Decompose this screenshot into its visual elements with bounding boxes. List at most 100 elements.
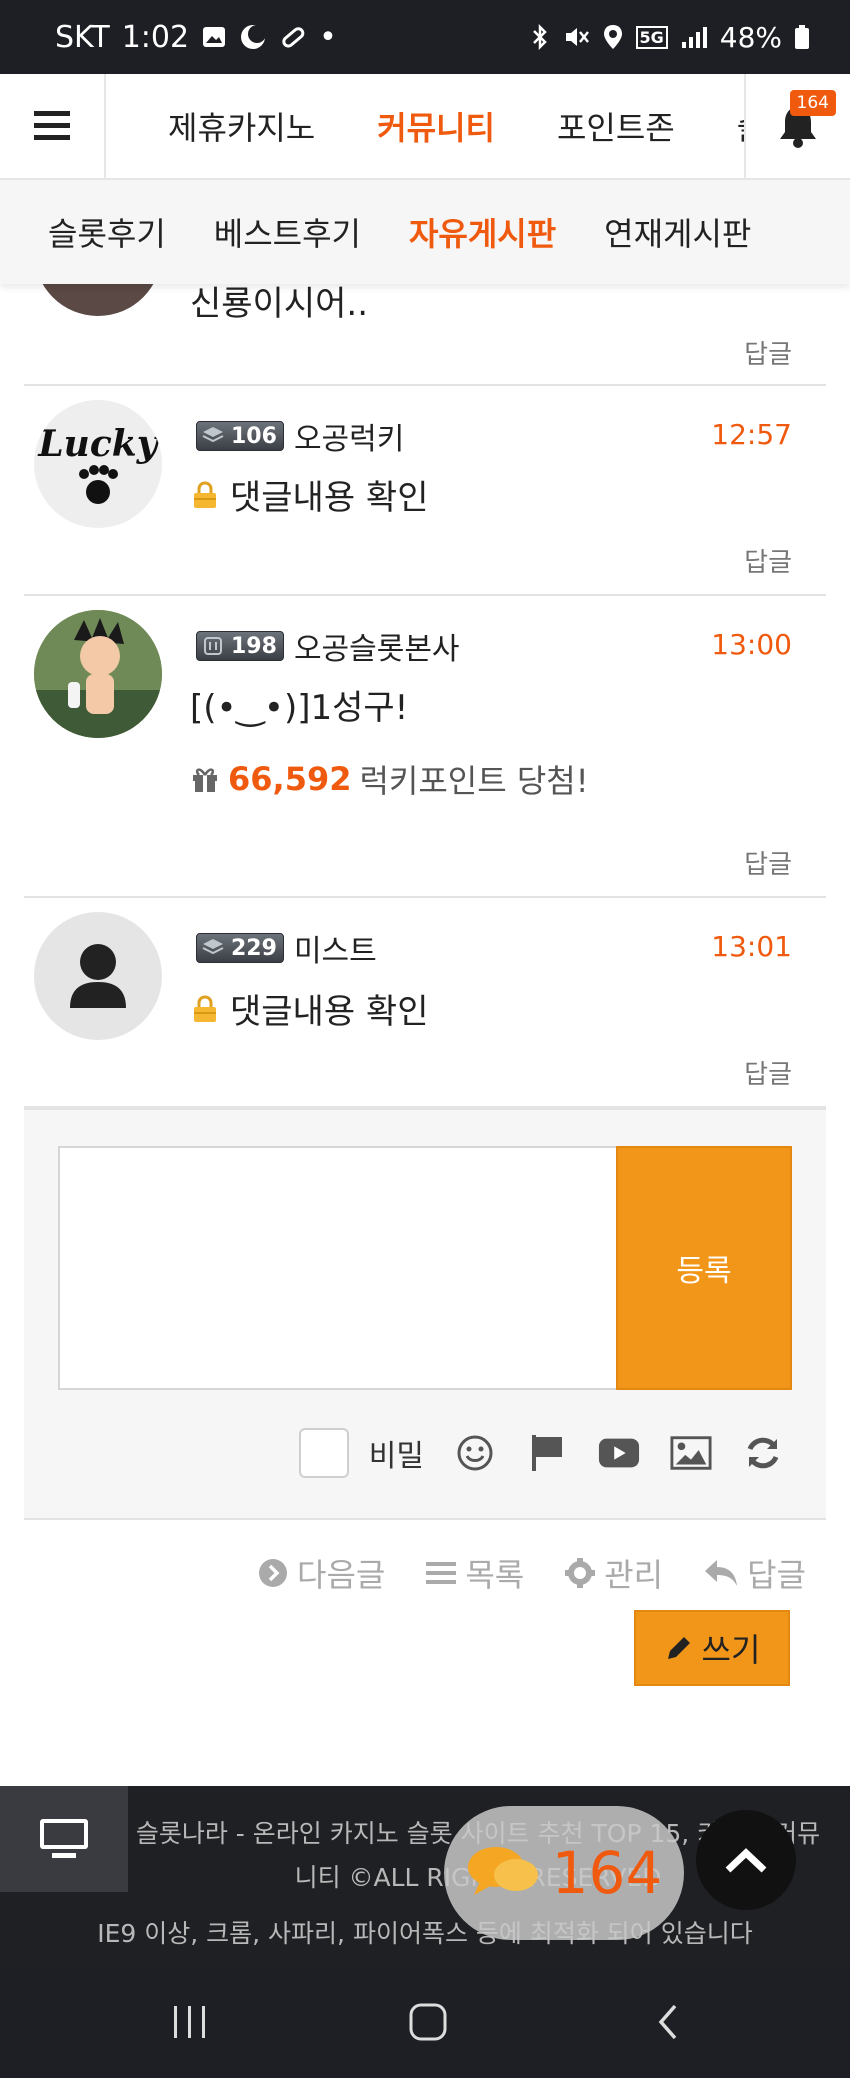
comment-text: 댓글내용 확인 [230,478,429,518]
sub-tabs: 슬롯후기 베스트후기 자유게시판 연재게시판 [0,180,850,284]
home-icon [409,2003,447,2041]
avatar-logo-text: Lucky [37,423,159,465]
status-left: SKT 1:02 • [55,0,337,74]
reply-button[interactable]: 답글 [744,334,792,371]
flag-icon[interactable] [526,1432,568,1474]
next-post-link[interactable]: 다음글 [257,1550,385,1596]
level-icon [202,939,224,955]
gear-icon [565,1558,596,1588]
post-navigation: 다음글 목록 관리 답글 [257,1550,806,1596]
emoji-icon[interactable] [454,1432,496,1474]
chat-bubbles-icon [467,1847,538,1895]
notification-button[interactable]: 164 [744,74,850,178]
nickname[interactable]: 오공슬롯본사 [294,624,460,668]
write-tools: 비밀 [298,1428,784,1478]
gallery-icon [201,24,227,50]
level-icon [204,637,222,655]
reply-icon [705,1560,738,1586]
comment-textarea[interactable] [58,1146,616,1390]
reply-post-link[interactable]: 답글 [703,1550,806,1596]
level-number: 106 [231,423,277,449]
recent-apps-icon [174,2006,205,2038]
lock-icon [194,480,216,508]
monitor-icon [40,1819,88,1858]
pencil-icon [667,1637,690,1659]
battery-icon [794,23,810,51]
bluetooth-icon [530,23,550,51]
comment-item: 198 오공슬롯본사 13:00 [(•‿•)]1성구! 66,592 럭키포인… [24,596,826,898]
video-icon[interactable] [598,1432,640,1474]
comment-time: 13:01 [711,930,792,963]
nav-item-community[interactable]: 커뮤니티 [377,103,495,149]
comment-body: [(•‿•)]1성구! [190,688,409,728]
location-icon [602,23,624,51]
tab-free-board[interactable]: 자유게시판 [409,209,556,255]
menu-button[interactable] [0,74,106,178]
level-badge: 198 [196,631,284,661]
notification-badge: 164 [789,90,836,116]
write-button[interactable]: 쓰기 [634,1610,790,1686]
manage-link[interactable]: 관리 [564,1550,663,1596]
lucky-point-value: 66,592 [228,760,352,798]
comment-item: 229 미스트 13:01 댓글내용 확인 답글 [24,898,826,1108]
reply-button[interactable]: 답글 [744,542,792,579]
recent-apps-button[interactable] [160,1996,220,2048]
top-nav-items: 제휴카지노 커뮤니티 포인트존 슬 [106,74,746,178]
lucky-point-text: 럭키포인트 당첨! [359,762,589,800]
submit-button[interactable]: 등록 [616,1146,792,1390]
list-label: 목록 [465,1556,525,1594]
list-icon [426,1562,457,1584]
nickname[interactable]: 미스트 [294,926,377,970]
level-badge: 106 [196,421,284,451]
tab-best-review[interactable]: 베스트후기 [214,209,361,255]
clock-label: 1:02 [121,19,190,55]
comment-body: 댓글내용 확인 [190,470,429,519]
comment-text: 댓글내용 확인 [230,992,429,1032]
night-mode-icon [239,23,267,51]
chevron-right-circle-icon [259,1559,287,1587]
level-badge: 229 [196,933,284,963]
hamburger-icon [34,111,70,140]
nav-item-point-zone[interactable]: 포인트존 [557,103,675,149]
refresh-icon[interactable] [742,1432,784,1474]
carrier-label: SKT [55,19,110,55]
level-number: 229 [231,935,277,961]
list-link[interactable]: 목록 [425,1550,524,1596]
nav-item-partner-casino[interactable]: 제휴카지노 [168,103,315,149]
lock-icon [194,994,216,1022]
reply-button[interactable]: 답글 [744,844,792,881]
secret-label: 비밀 [368,1439,424,1474]
reply-post-label: 답글 [747,1556,806,1594]
tab-slot-review[interactable]: 슬롯후기 [48,209,166,255]
comment-time: 13:00 [711,628,792,661]
status-bar: SKT 1:02 • 5G 48% [0,0,850,74]
chat-button[interactable]: 164 [444,1806,684,1940]
page: SKT 1:02 • 5G 48% 제휴카지노 커뮤니티 포인트존 164 슬롯… [0,0,850,2078]
avatar [34,912,162,1040]
pill-icon [279,23,307,51]
gift-icon [193,768,217,792]
comment-time: 12:57 [711,418,792,451]
nickname[interactable]: 오공럭키 [294,414,404,458]
tab-serial-board[interactable]: 연재게시판 [604,209,751,255]
mute-icon [562,23,590,51]
home-button[interactable] [398,1996,458,2048]
level-icon [202,427,224,443]
manage-label: 관리 [604,1556,664,1594]
comment-header: 106 오공럭키 [196,414,404,458]
scroll-top-button[interactable] [696,1810,796,1910]
signal-icon [680,24,708,50]
image-icon[interactable] [670,1432,712,1474]
lucky-point-row: 66,592 럭키포인트 당첨! [190,756,589,802]
secret-checkbox[interactable] [298,1428,349,1478]
back-icon [658,2004,677,2040]
reply-button[interactable]: 답글 [744,1054,792,1091]
pc-version-button[interactable] [0,1786,128,1892]
battery-label: 48% [719,20,782,54]
avatar [34,610,162,738]
back-button[interactable] [638,1996,698,2048]
status-dot: • [319,19,337,55]
chat-count: 164 [551,1839,663,1907]
user-icon [70,944,126,1008]
comment-header: 229 미스트 [196,926,377,970]
